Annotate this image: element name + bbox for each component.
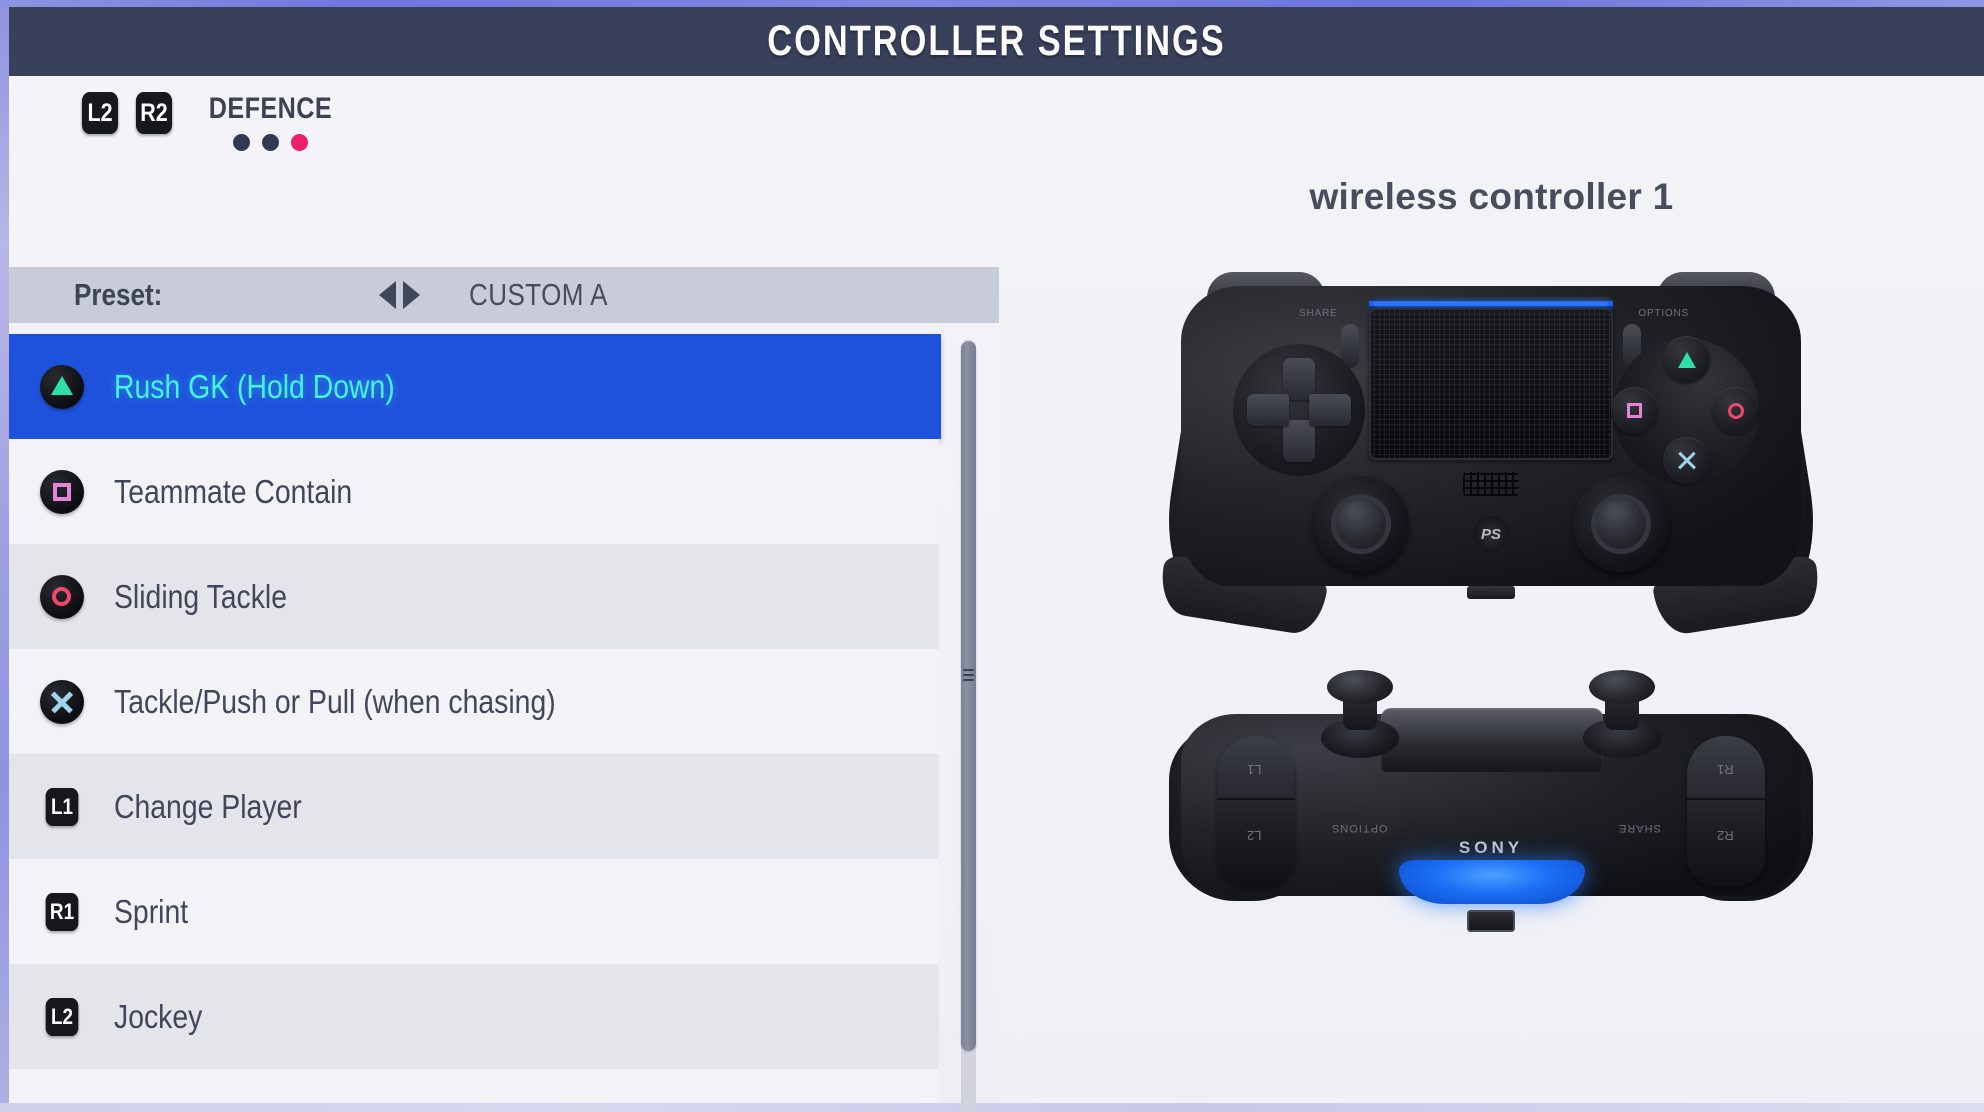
l1-badge-icon: L1 <box>45 787 78 826</box>
dpad <box>1233 344 1365 476</box>
l2-badge-icon: L2 <box>45 997 78 1036</box>
triangle-button-icon <box>39 364 84 409</box>
binding-button-icon-cell <box>9 364 114 409</box>
binding-action-label: Teammate Contain <box>114 472 353 510</box>
rear-right-stick <box>1583 670 1661 758</box>
rear-options-label: OPTIONS <box>1331 822 1388 834</box>
left-triggers: L1 L2 <box>1217 736 1295 886</box>
page-dots <box>232 134 308 151</box>
list-scrollbar[interactable] <box>957 339 979 1112</box>
front-shell: SHARE OPTIONS PS <box>1181 286 1801 599</box>
left-triangle-icon[interactable] <box>379 281 396 309</box>
window-left-border <box>0 0 9 1112</box>
binding-action-label: Contain <box>114 1103 212 1104</box>
right-triangle-icon[interactable] <box>403 281 420 309</box>
controller-title: wireless controller 1 <box>1309 176 1674 217</box>
binding-row[interactable]: Teammate Contain <box>9 439 939 544</box>
binding-action-label: Sliding Tackle <box>114 577 288 615</box>
circle-glyph-icon <box>52 587 71 606</box>
right-analog-stick <box>1573 476 1669 572</box>
right-triggers: R1 R2 <box>1687 736 1765 886</box>
rear-top-bar <box>1381 708 1603 772</box>
preset-value: CUSTOM A <box>469 277 608 312</box>
binding-row[interactable]: Sliding Tackle <box>9 544 939 649</box>
circle-button-icon <box>39 574 84 619</box>
category-tab-bar: L2 R2 DEFENCE <box>9 76 999 155</box>
page-dot-3-active[interactable] <box>290 134 308 151</box>
binding-row[interactable]: L1 Change Player <box>9 754 939 859</box>
preset-label: Preset: <box>74 277 163 312</box>
binding-action-label: Jockey <box>114 997 203 1035</box>
binding-row[interactable]: R2 Contain <box>9 1069 939 1103</box>
binding-button-icon-cell: L2 <box>9 997 114 1036</box>
scrollbar-grip-icon <box>963 669 974 681</box>
l1-trigger-label: L1 <box>1247 762 1262 777</box>
page-title: CONTROLLER SETTINGS <box>767 17 1226 65</box>
ps-logo-icon: PS <box>1473 516 1509 552</box>
r2-trigger-label: R2 <box>1717 828 1734 843</box>
dpad-right-icon <box>1309 394 1351 426</box>
window-top-border <box>0 0 1984 7</box>
circle-button-icon <box>1712 387 1759 434</box>
binding-row[interactable]: L2 Jockey <box>9 964 939 1069</box>
tab-label-defence: DEFENCE <box>208 92 333 125</box>
page-dot-2[interactable] <box>261 134 279 151</box>
triangle-button-icon <box>1663 336 1710 383</box>
cross-glyph-icon <box>49 689 75 715</box>
tab-shoulder-hints: L2 R2 <box>79 92 175 134</box>
dpad-down-icon <box>1283 420 1315 462</box>
binding-action-label: Sprint <box>114 892 189 930</box>
square-glyph-icon <box>52 482 71 501</box>
triangle-glyph-icon <box>50 376 73 395</box>
binding-row-selected[interactable]: Rush GK (Hold Down) <box>9 334 941 439</box>
binding-button-icon-cell: L1 <box>9 787 114 826</box>
binding-row[interactable]: R1 Sprint <box>9 859 939 964</box>
binding-button-icon-cell: R1 <box>9 892 114 931</box>
r1-trigger-label: R1 <box>1717 762 1734 777</box>
share-label: SHARE <box>1299 308 1338 319</box>
l2-trigger-label: L2 <box>1247 828 1262 843</box>
face-buttons <box>1611 336 1759 484</box>
active-tab[interactable]: DEFENCE <box>197 92 344 151</box>
bindings-list[interactable]: Rush GK (Hold Down) Teammate Contain Slidi… <box>9 334 999 1103</box>
rear-share-label: SHARE <box>1618 822 1661 834</box>
binding-button-icon-cell: R2 <box>9 1102 114 1103</box>
scrollbar-thumb[interactable] <box>961 341 976 1051</box>
usb-port <box>1467 910 1515 932</box>
front-expansion-port <box>1467 586 1515 599</box>
touchpad <box>1369 308 1613 460</box>
r2-badge-icon: R2 <box>45 1102 78 1103</box>
r2-bumper-badge[interactable]: R2 <box>135 92 173 134</box>
binding-button-icon-cell <box>9 469 114 514</box>
binding-action-label: Change Player <box>114 787 302 825</box>
window-bottom-border <box>0 1103 1984 1112</box>
preset-row[interactable]: Preset: CUSTOM A <box>9 267 999 323</box>
controller-rear-view: SONY OPTIONS SHARE L1 L2 R1 R2 <box>1169 666 1813 932</box>
title-bar: CONTROLLER SETTINGS <box>9 7 1984 76</box>
speaker-grille <box>1463 472 1519 496</box>
dpad-left-icon <box>1247 394 1289 426</box>
r1-badge-icon: R1 <box>45 892 78 931</box>
l2-bumper-badge[interactable]: L2 <box>81 92 119 134</box>
square-button-icon <box>39 469 84 514</box>
square-button-icon <box>1611 387 1658 434</box>
controller-front-view: SHARE OPTIONS PS <box>1152 268 1830 648</box>
binding-action-label: Rush GK (Hold Down) <box>114 367 395 405</box>
binding-row[interactable]: Tackle/Push or Pull (when chasing) <box>9 649 939 754</box>
rear-left-stick <box>1321 670 1399 758</box>
options-label: OPTIONS <box>1638 308 1689 319</box>
binding-action-label: Tackle/Push or Pull (when chasing) <box>114 682 556 720</box>
rear-lightbar <box>1399 860 1585 904</box>
left-analog-stick <box>1313 476 1409 572</box>
cross-button-icon <box>1663 437 1710 484</box>
cross-button-icon <box>39 679 84 724</box>
binding-button-icon-cell <box>9 574 114 619</box>
controller-preview-panel: wireless controller 1 SHARE OPTIONS PS S… <box>999 76 1984 1103</box>
page-dot-1[interactable] <box>232 134 250 151</box>
content-area: L2 R2 DEFENCE Preset: CUSTOM A Rush GK (… <box>9 76 1984 1112</box>
preset-arrows <box>379 281 420 309</box>
controller-settings-screen: CONTROLLER SETTINGS L2 R2 DEFENCE Preset… <box>0 0 1984 1112</box>
binding-button-icon-cell <box>9 679 114 724</box>
